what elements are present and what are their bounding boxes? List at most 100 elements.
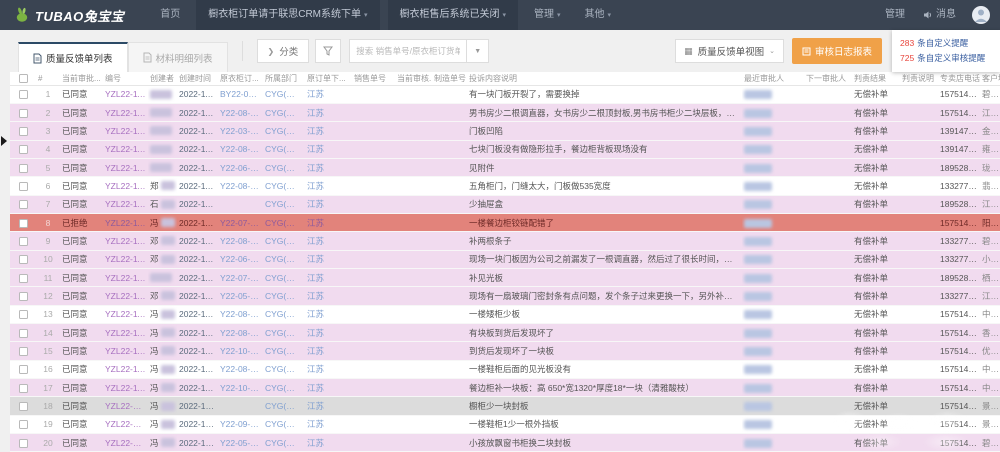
row-checkbox[interactable] — [19, 145, 28, 154]
category-button[interactable]: ❯ 分类 — [257, 39, 310, 63]
cell-region[interactable]: 江苏 — [305, 158, 352, 176]
cell-feedback-code[interactable]: YZL22-11-... — [103, 177, 148, 195]
cell-original-order[interactable]: Y22-09-2006 — [218, 415, 263, 433]
column-header[interactable]: 当前审核... — [395, 72, 432, 85]
column-header[interactable]: 判责说明 — [900, 72, 938, 85]
table-row[interactable]: 15已同意YZL22-11-...冯2022-11-2...Y22-10-264… — [10, 342, 1000, 360]
row-checkbox[interactable] — [19, 420, 28, 429]
nav-item-3[interactable]: 管理▾ — [522, 0, 573, 30]
column-header[interactable]: 投诉内容说明 — [467, 72, 742, 85]
row-checkbox[interactable] — [19, 164, 28, 173]
column-header[interactable]: 创建时间 — [177, 72, 218, 85]
cell-region[interactable]: 江苏 — [305, 177, 352, 195]
row-checkbox[interactable] — [19, 310, 28, 319]
nav-item-2[interactable]: 橱衣柜售后系统已关闭▾ — [388, 0, 519, 30]
cell-region[interactable]: 江苏 — [305, 103, 352, 121]
cell-original-order[interactable] — [218, 397, 263, 415]
row-checkbox[interactable] — [19, 384, 28, 393]
table-row[interactable]: 1已同意YZL22-11-...2022-11-0...BY22-08-121C… — [10, 85, 1000, 103]
cell-original-order[interactable]: Y22-08-2769 — [218, 177, 263, 195]
cell-original-order[interactable]: Y22-06-3203 — [218, 158, 263, 176]
search-dropdown-button[interactable]: ▼ — [467, 39, 489, 63]
nav-item-4[interactable]: 其他▾ — [573, 0, 624, 30]
cell-original-order[interactable]: Y22-03-2963 — [218, 122, 263, 140]
row-checkbox[interactable] — [19, 90, 28, 99]
cell-original-order[interactable]: BY22-08-121 — [218, 85, 263, 103]
cell-region[interactable]: 江苏 — [305, 360, 352, 378]
cell-department[interactable]: CYG(江苏... — [263, 195, 305, 213]
cell-region[interactable]: 江苏 — [305, 195, 352, 213]
cell-feedback-code[interactable]: YZL22-11-... — [103, 360, 148, 378]
cell-feedback-code[interactable]: YZL22-11-... — [103, 287, 148, 305]
cell-department[interactable]: CYG(江苏... — [263, 342, 305, 360]
cell-original-order[interactable]: Y22-05-1282 — [218, 287, 263, 305]
column-header[interactable]: 专卖店电话 — [938, 72, 980, 85]
cell-department[interactable]: CYG(江苏... — [263, 250, 305, 268]
cell-department[interactable]: CYG(江苏... — [263, 213, 305, 231]
user-avatar[interactable] — [972, 6, 990, 24]
row-checkbox[interactable] — [19, 109, 28, 118]
cell-department[interactable]: CYG(江苏... — [263, 360, 305, 378]
cell-region[interactable]: 江苏 — [305, 213, 352, 231]
row-checkbox[interactable] — [19, 182, 28, 191]
cell-department[interactable]: CYG(江苏... — [263, 85, 305, 103]
cell-feedback-code[interactable]: YZL22-11-... — [103, 158, 148, 176]
cell-feedback-code[interactable]: YZL22-12-... — [103, 397, 148, 415]
table-row[interactable]: 8已拒绝YZL22-11-...冯2022-11-11...Y22-07-176… — [10, 213, 1000, 231]
column-header[interactable]: 原订单下... — [305, 72, 352, 85]
table-row[interactable]: 3已同意YZL22-11-...2022-11-0...Y22-03-2963C… — [10, 122, 1000, 140]
table-row[interactable]: 19已同意YZL22-12-...冯2022-12-0...Y22-09-200… — [10, 415, 1000, 433]
cell-feedback-code[interactable]: YZL22-11-... — [103, 250, 148, 268]
notification-item[interactable]: 725条自定义审核提醒 — [900, 51, 992, 66]
audit-log-report-button[interactable]: 审核日志报表 — [792, 38, 882, 64]
cell-original-order[interactable]: Y22-08-1955 — [218, 305, 263, 323]
cell-original-order[interactable]: Y22-10-264 — [218, 342, 263, 360]
cell-original-order[interactable]: Y22-05-726 — [218, 434, 263, 452]
row-checkbox[interactable] — [19, 219, 28, 228]
sidebar-expand-arrow[interactable] — [1, 136, 7, 146]
table-row[interactable]: 6已同意YZL22-11-...郑2022-11-0...Y22-08-2769… — [10, 177, 1000, 195]
cell-original-order[interactable] — [218, 195, 263, 213]
cell-feedback-code[interactable]: YZL22-12-... — [103, 434, 148, 452]
cell-region[interactable]: 江苏 — [305, 250, 352, 268]
cell-department[interactable]: CYG(江苏... — [263, 268, 305, 286]
row-checkbox[interactable] — [19, 329, 28, 338]
cell-department[interactable]: CYG(江苏... — [263, 158, 305, 176]
cell-region[interactable]: 江苏 — [305, 85, 352, 103]
cell-feedback-code[interactable]: YZL22-11-... — [103, 379, 148, 397]
cell-region[interactable]: 江苏 — [305, 397, 352, 415]
row-checkbox[interactable] — [19, 402, 28, 411]
column-header[interactable]: 创建者 — [148, 72, 177, 85]
cell-feedback-code[interactable]: YZL22-11-... — [103, 342, 148, 360]
cell-region[interactable]: 江苏 — [305, 268, 352, 286]
cell-feedback-code[interactable]: YZL22-11-... — [103, 195, 148, 213]
cell-region[interactable]: 江苏 — [305, 287, 352, 305]
cell-original-order[interactable]: Y22-08-995 — [218, 232, 263, 250]
table-row[interactable]: 2已同意YZL22-11-...2022-11-0...Y22-08-2196C… — [10, 103, 1000, 121]
table-row[interactable]: 9已同意YZL22-11-...邓2022-11-1...Y22-08-995C… — [10, 232, 1000, 250]
cell-department[interactable]: CYG(江苏... — [263, 305, 305, 323]
column-header[interactable]: 原衣柜订... — [218, 72, 263, 85]
cell-feedback-code[interactable]: YZL22-11-... — [103, 213, 148, 231]
cell-original-order[interactable]: Y22-07-1766 — [218, 213, 263, 231]
nav-item-0[interactable]: 首页 — [148, 0, 192, 30]
table-row[interactable]: 13已同意YZL22-11-...冯2022-11-2...Y22-08-195… — [10, 305, 1000, 323]
cell-feedback-code[interactable]: YZL22-11-... — [103, 323, 148, 341]
cell-department[interactable]: CYG(江苏... — [263, 415, 305, 433]
table-row[interactable]: 11已同意YZL22-11-...2022-11-1...Y22-07-2649… — [10, 268, 1000, 286]
cell-feedback-code[interactable]: YZL22-12-... — [103, 415, 148, 433]
cell-department[interactable]: CYG(江苏... — [263, 122, 305, 140]
cell-region[interactable]: 江苏 — [305, 305, 352, 323]
cell-feedback-code[interactable]: YZL22-11-... — [103, 140, 148, 158]
table-row[interactable]: 18已同意YZL22-12-...冯2022-12-0...CYG(江苏...江… — [10, 397, 1000, 415]
cell-department[interactable]: CYG(江苏... — [263, 323, 305, 341]
column-header[interactable]: 所属部门 — [263, 72, 305, 85]
column-header[interactable]: 判责结果 — [852, 72, 900, 85]
row-checkbox[interactable] — [19, 127, 28, 136]
nav-messages-link[interactable]: 消息 — [921, 0, 958, 30]
filter-button[interactable] — [315, 39, 341, 63]
table-row[interactable]: 20已同意YZL22-12-...冯2022-12-0...Y22-05-726… — [10, 434, 1000, 452]
cell-region[interactable]: 江苏 — [305, 323, 352, 341]
cell-region[interactable]: 江苏 — [305, 379, 352, 397]
table-row[interactable]: 7已同意YZL22-11-...石2022-11-1...CYG(江苏...江苏… — [10, 195, 1000, 213]
